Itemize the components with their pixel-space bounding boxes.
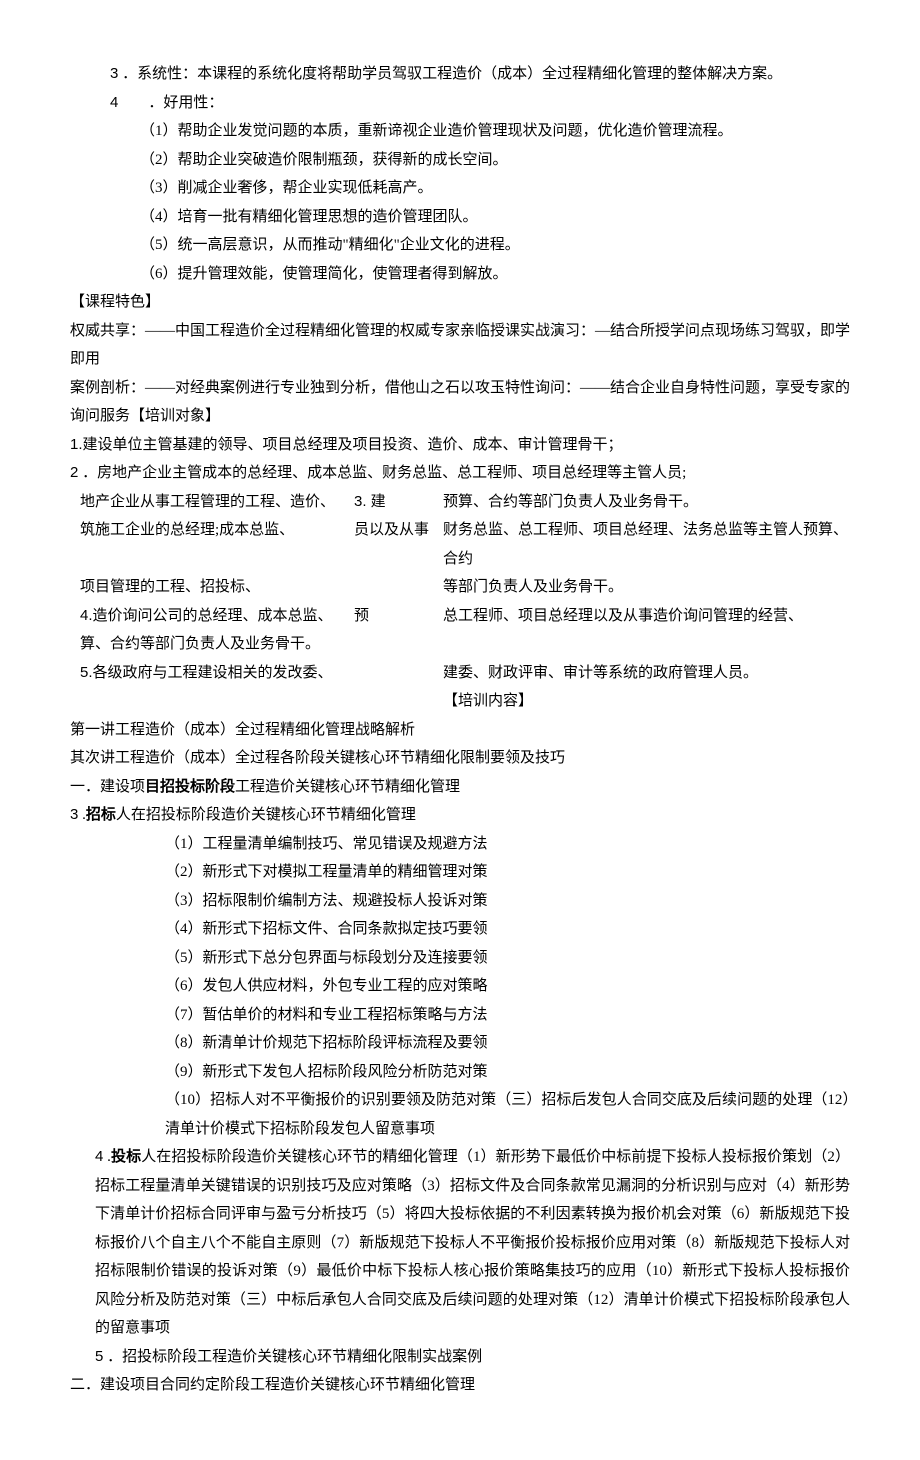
text: 建设单位主管基建的领导、项目总经理及项目投资、造价、成本、审计管理骨干； bbox=[83, 437, 623, 453]
target-2: 2 ．房地产企业主管成本的总经理、成本总监、财务总监、总工程师、项目总经理等主管… bbox=[70, 459, 850, 488]
col-b-7 bbox=[354, 687, 439, 716]
t1: 一．建设项 bbox=[70, 779, 145, 795]
feature-2: 案例剖析：——对经典案例进行专业独到分析，借他山之石以攻玉特性询问：——结合企业… bbox=[70, 374, 850, 431]
text: ．好用性： bbox=[118, 95, 223, 111]
col-b-1: 3. 建 bbox=[354, 488, 439, 517]
outline-2: 其次讲工程造价（成本）全过程各阶段关键核心环节精细化限制要领及技巧 bbox=[70, 744, 850, 773]
outline-3: 一．建设项目招投标阶段工程造价关键核心环节精细化管理 bbox=[70, 773, 850, 802]
col-b-5 bbox=[354, 630, 439, 659]
list-item-3: 3 ．系统性：本课程的系统化度将帮助学员驾驭工程造价（成本）全过程精细化管理的整… bbox=[70, 60, 850, 89]
heading-course-features: 【课程特色】 bbox=[70, 288, 850, 317]
num: 4. bbox=[80, 607, 93, 624]
outline-7: 二．建设项目合同约定阶段工程造价关键核心环节精细化管理 bbox=[70, 1371, 850, 1400]
t2: 目招投标阶段 bbox=[145, 779, 235, 795]
col-a-4: 4.造价询问公司的总经理、成本总监、 bbox=[70, 602, 350, 631]
num: 1. bbox=[70, 436, 83, 453]
col-c-6: 建委、财政评审、审计等系统的政府管理人员。 bbox=[443, 659, 850, 688]
text: ．房地产企业主管成本的总经理、成本总监、财务总监、总工程师、项目总经理等主管人员… bbox=[78, 465, 686, 481]
text: ．系统性：本课程的系统化度将帮助学员驾驭工程造价（成本）全过程精细化管理的整体解… bbox=[118, 66, 782, 82]
col-b-4: 预 bbox=[354, 602, 439, 631]
col-b-3 bbox=[354, 573, 439, 602]
sub-item-9: （9）新形式下发包人招标阶段风险分析防范对策 bbox=[70, 1058, 850, 1087]
outline-4: 3 .招标人在招投标阶段造价关键核心环节精细化管理 bbox=[70, 801, 850, 830]
dot: . bbox=[103, 1149, 111, 1165]
col-c-2: 财务总监、总工程师、项目总经理、法务总监等主管人预算、合约 bbox=[443, 516, 850, 573]
col-b-6 bbox=[354, 659, 439, 688]
sub-item-4: （4）新形式下招标文件、合同条款拟定技巧要领 bbox=[70, 915, 850, 944]
sub-item-2: （2）新形式下对模拟工程量清单的精细管理对策 bbox=[70, 858, 850, 887]
num: 5. bbox=[80, 664, 93, 681]
text: 造价询问公司的总经理、成本总监、 bbox=[93, 608, 333, 624]
col-a-3: 项目管理的工程、招投标、 bbox=[70, 573, 350, 602]
col-b-2: 员以及从事 bbox=[354, 516, 439, 573]
usefulness-1: （1）帮助企业发觉问题的本质，重新谛视企业造价管理现状及问题，优化造价管理流程。 bbox=[70, 117, 850, 146]
feature-1: 权威共享：——中国工程造价全过程精细化管理的权威专家亲临授课实战演习：—结合所授… bbox=[70, 317, 850, 374]
t1: 招标 bbox=[86, 807, 116, 823]
wrapped-text-block: 地产企业从事工程管理的工程、造价、 3. 建 预算、合约等部门负责人及业务骨干。… bbox=[70, 488, 850, 716]
t2: 人在招投标阶段造价关键核心环节的精细化管理（1）新形势下最低价中标前提下投标人投… bbox=[95, 1149, 850, 1336]
outline-5: 4 .投标人在招投标阶段造价关键核心环节的精细化管理（1）新形势下最低价中标前提… bbox=[70, 1143, 850, 1343]
sub-item-7: （7）暂估单价的材料和专业工程招标策略与方法 bbox=[70, 1001, 850, 1030]
sub-item-1: （1）工程量清单编制技巧、常见错误及规避方法 bbox=[70, 830, 850, 859]
col-c-7: 【培训内容】 bbox=[443, 687, 850, 716]
col-a-6: 5.各级政府与工程建设相关的发改委、 bbox=[70, 659, 350, 688]
col-c-4: 总工程师、项目总经理以及从事造价询问管理的经营、 bbox=[443, 602, 850, 631]
target-1: 1.建设单位主管基建的领导、项目总经理及项目投资、造价、成本、审计管理骨干； bbox=[70, 431, 850, 460]
usefulness-5: （5）统一高层意识，从而推动"精细化"企业文化的进程。 bbox=[70, 231, 850, 260]
t2: 人在招投标阶段造价关键核心环节精细化管理 bbox=[116, 807, 416, 823]
col-c-3: 等部门负责人及业务骨干。 bbox=[443, 573, 850, 602]
outline-6: 5 ．招投标阶段工程造价关键核心环节精细化限制实战案例 bbox=[70, 1343, 850, 1372]
usefulness-3: （3）削减企业奢侈，帮企业实现低耗高产。 bbox=[70, 174, 850, 203]
num: 5 bbox=[95, 1348, 103, 1365]
text: ．招投标阶段工程造价关键核心环节精细化限制实战案例 bbox=[103, 1349, 482, 1365]
t3: 工程造价关键核心环节精细化管理 bbox=[235, 779, 460, 795]
col-a-5: 算、合约等部门负责人及业务骨干。 bbox=[70, 630, 350, 659]
t1: 投标 bbox=[111, 1149, 141, 1165]
sub-item-6: （6）发包人供应材料，外包专业工程的应对策略 bbox=[70, 972, 850, 1001]
sub-item-10: （10）招标人对不平衡报价的识别要领及防范对策（三）招标后发包人合同交底及后续问… bbox=[70, 1086, 850, 1143]
outline-1: 第一讲工程造价（成本）全过程精细化管理战略解析 bbox=[70, 716, 850, 745]
list-item-4: 4 ．好用性： bbox=[70, 89, 850, 118]
col-c-5 bbox=[443, 630, 850, 659]
usefulness-2: （2）帮助企业突破造价限制瓶颈，获得新的成长空间。 bbox=[70, 146, 850, 175]
col-c-1: 预算、合约等部门负责人及业务骨干。 bbox=[443, 488, 850, 517]
usefulness-4: （4）培育一批有精细化管理思想的造价管理团队。 bbox=[70, 203, 850, 232]
col-a-2: 筑施工企业的总经理;成本总监、 bbox=[70, 516, 350, 573]
sub-item-8: （8）新清单计价规范下招标阶段评标流程及要领 bbox=[70, 1029, 850, 1058]
usefulness-6: （6）提升管理效能，使管理简化，使管理者得到解放。 bbox=[70, 260, 850, 289]
col-a-1: 地产企业从事工程管理的工程、造价、 bbox=[70, 488, 350, 517]
sub-item-5: （5）新形式下总分包界面与标段划分及连接要领 bbox=[70, 944, 850, 973]
dot: . bbox=[78, 807, 86, 823]
col-a-7 bbox=[70, 687, 350, 716]
text: 各级政府与工程建设相关的发改委、 bbox=[93, 665, 333, 681]
sub-item-3: （3）招标限制价编制方法、规避投标人投诉对策 bbox=[70, 887, 850, 916]
